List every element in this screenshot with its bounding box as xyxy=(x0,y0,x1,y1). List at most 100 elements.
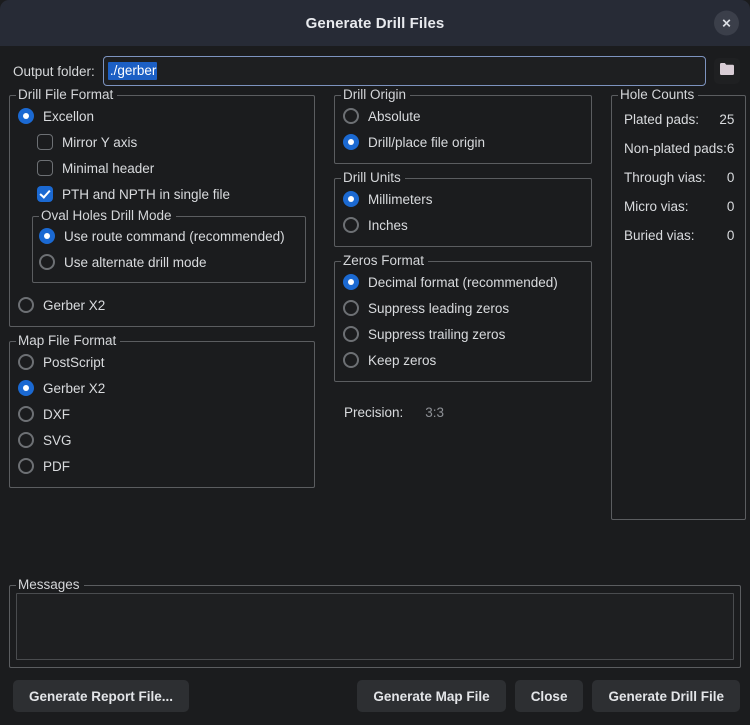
radio-zeros-suppress-trailing[interactable]: Suppress trailing zeros xyxy=(343,321,583,347)
radio-map-postscript[interactable]: PostScript xyxy=(18,349,306,375)
radio-map-dxf-indicator xyxy=(18,406,34,422)
radio-zeros-suppress-leading[interactable]: Suppress leading zeros xyxy=(343,295,583,321)
hole-count-non-plated-pads-value: 6 xyxy=(727,141,735,156)
zeros-format-group: Zeros Format Decimal format (recommended… xyxy=(334,261,592,382)
options-columns: Drill File Format Excellon Mirror Y axis… xyxy=(0,95,750,585)
radio-map-dxf[interactable]: DXF xyxy=(18,401,306,427)
radio-use-route-command-label: Use route command (recommended) xyxy=(64,229,285,244)
close-button[interactable]: Close xyxy=(515,680,584,712)
hole-count-through-vias-value: 0 xyxy=(727,170,735,185)
radio-map-pdf-indicator xyxy=(18,458,34,474)
radio-gerber-x2-drill-indicator xyxy=(18,297,34,313)
radio-origin-drill-place-file[interactable]: Drill/place file origin xyxy=(343,129,583,155)
radio-origin-drill-place-file-indicator xyxy=(343,134,359,150)
radio-units-millimeters-indicator xyxy=(343,191,359,207)
radio-zeros-decimal-format[interactable]: Decimal format (recommended) xyxy=(343,269,583,295)
radio-units-inches[interactable]: Inches xyxy=(343,212,583,238)
radio-zeros-suppress-leading-indicator xyxy=(343,300,359,316)
radio-origin-absolute-label: Absolute xyxy=(368,109,421,124)
hole-counts-title: Hole Counts xyxy=(618,87,698,102)
messages-section: Messages xyxy=(0,585,750,668)
checkbox-pth-npth-single-file-label: PTH and NPTH in single file xyxy=(62,187,230,202)
precision-row: Precision: 3:3 xyxy=(334,396,592,420)
radio-excellon-indicator xyxy=(18,108,34,124)
hole-count-micro-vias-label: Micro vias: xyxy=(624,199,689,214)
zeros-format-title: Zeros Format xyxy=(341,253,428,268)
hole-count-plated-pads-label: Plated pads: xyxy=(624,112,699,127)
radio-excellon-label: Excellon xyxy=(43,109,94,124)
checkbox-mirror-y-axis-label: Mirror Y axis xyxy=(62,135,137,150)
checkbox-mirror-y-axis-indicator xyxy=(37,134,53,150)
radio-map-gerber-x2-label: Gerber X2 xyxy=(43,381,105,396)
radio-use-alternate-drill-mode-indicator xyxy=(39,254,55,270)
messages-text xyxy=(17,594,733,600)
hole-counts-group: Hole Counts Plated pads: 25 Non-plated p… xyxy=(611,95,746,520)
radio-units-inches-indicator xyxy=(343,217,359,233)
generate-report-file-button[interactable]: Generate Report File... xyxy=(13,680,189,712)
radio-use-alternate-drill-mode[interactable]: Use alternate drill mode xyxy=(39,249,299,275)
radio-excellon[interactable]: Excellon xyxy=(18,103,306,129)
messages-group: Messages xyxy=(9,585,741,668)
drill-units-title: Drill Units xyxy=(341,170,405,185)
checkbox-minimal-header[interactable]: Minimal header xyxy=(37,155,306,181)
radio-units-millimeters[interactable]: Millimeters xyxy=(343,186,583,212)
radio-zeros-keep-label: Keep zeros xyxy=(368,353,436,368)
generate-map-file-button[interactable]: Generate Map File xyxy=(357,680,505,712)
radio-map-postscript-label: PostScript xyxy=(43,355,105,370)
radio-gerber-x2-drill[interactable]: Gerber X2 xyxy=(18,292,306,318)
hole-count-row: Micro vias: 0 xyxy=(620,192,737,221)
radio-use-route-command[interactable]: Use route command (recommended) xyxy=(39,223,299,249)
radio-map-dxf-label: DXF xyxy=(43,407,70,422)
dialog-titlebar: Generate Drill Files ✕ xyxy=(0,0,750,46)
messages-textarea[interactable] xyxy=(16,593,734,660)
drill-origin-group: Drill Origin Absolute Drill/place file o… xyxy=(334,95,592,164)
radio-origin-drill-place-file-label: Drill/place file origin xyxy=(368,135,485,150)
radio-map-pdf-label: PDF xyxy=(43,459,70,474)
radio-zeros-suppress-leading-label: Suppress leading zeros xyxy=(368,301,509,316)
radio-zeros-decimal-format-indicator xyxy=(343,274,359,290)
oval-holes-drill-mode-title: Oval Holes Drill Mode xyxy=(39,208,176,223)
folder-icon xyxy=(719,62,735,81)
oval-holes-drill-mode-group: Oval Holes Drill Mode Use route command … xyxy=(32,216,306,283)
hole-count-plated-pads-value: 25 xyxy=(719,112,734,127)
radio-zeros-suppress-trailing-indicator xyxy=(343,326,359,342)
radio-zeros-decimal-format-label: Decimal format (recommended) xyxy=(368,275,558,290)
output-folder-label: Output folder: xyxy=(13,64,95,79)
radio-zeros-suppress-trailing-label: Suppress trailing zeros xyxy=(368,327,505,342)
hole-count-through-vias-label: Through vias: xyxy=(624,170,706,185)
checkbox-mirror-y-axis[interactable]: Mirror Y axis xyxy=(37,129,306,155)
radio-origin-absolute[interactable]: Absolute xyxy=(343,103,583,129)
checkbox-pth-npth-single-file[interactable]: PTH and NPTH in single file xyxy=(37,181,306,207)
hole-count-row: Non-plated pads: 6 xyxy=(620,134,737,163)
radio-use-alternate-drill-mode-label: Use alternate drill mode xyxy=(64,255,207,270)
left-column: Drill File Format Excellon Mirror Y axis… xyxy=(9,95,315,502)
hole-count-buried-vias-label: Buried vias: xyxy=(624,228,695,243)
radio-map-gerber-x2-indicator xyxy=(18,380,34,396)
excellon-suboptions: Mirror Y axis Minimal header PTH and NPT… xyxy=(37,129,306,207)
radio-units-inches-label: Inches xyxy=(368,218,408,233)
precision-label: Precision: xyxy=(344,405,403,420)
dialog-title: Generate Drill Files xyxy=(306,15,445,32)
radio-map-svg-label: SVG xyxy=(43,433,72,448)
radio-zeros-keep[interactable]: Keep zeros xyxy=(343,347,583,373)
dialog-button-bar: Generate Report File... Generate Map Fil… xyxy=(0,668,750,725)
hole-count-row: Buried vias: 0 xyxy=(620,221,737,250)
radio-map-gerber-x2[interactable]: Gerber X2 xyxy=(18,375,306,401)
hole-count-micro-vias-value: 0 xyxy=(727,199,735,214)
radio-map-svg[interactable]: SVG xyxy=(18,427,306,453)
browse-folder-button[interactable] xyxy=(714,58,740,84)
output-folder-input[interactable]: ./gerber xyxy=(103,56,706,86)
radio-use-route-command-indicator xyxy=(39,228,55,244)
drill-file-format-group: Drill File Format Excellon Mirror Y axis… xyxy=(9,95,315,327)
generate-drill-file-button[interactable]: Generate Drill File xyxy=(592,680,740,712)
hole-count-non-plated-pads-label: Non-plated pads: xyxy=(624,141,727,156)
radio-map-pdf[interactable]: PDF xyxy=(18,453,306,479)
checkbox-minimal-header-indicator xyxy=(37,160,53,176)
close-icon[interactable]: ✕ xyxy=(714,11,739,36)
hole-count-row: Plated pads: 25 xyxy=(620,105,737,134)
radio-gerber-x2-drill-label: Gerber X2 xyxy=(43,298,105,313)
radio-zeros-keep-indicator xyxy=(343,352,359,368)
output-folder-value: ./gerber xyxy=(108,62,158,80)
messages-title: Messages xyxy=(16,577,84,592)
map-file-format-group: Map File Format PostScript Gerber X2 DXF… xyxy=(9,341,315,488)
